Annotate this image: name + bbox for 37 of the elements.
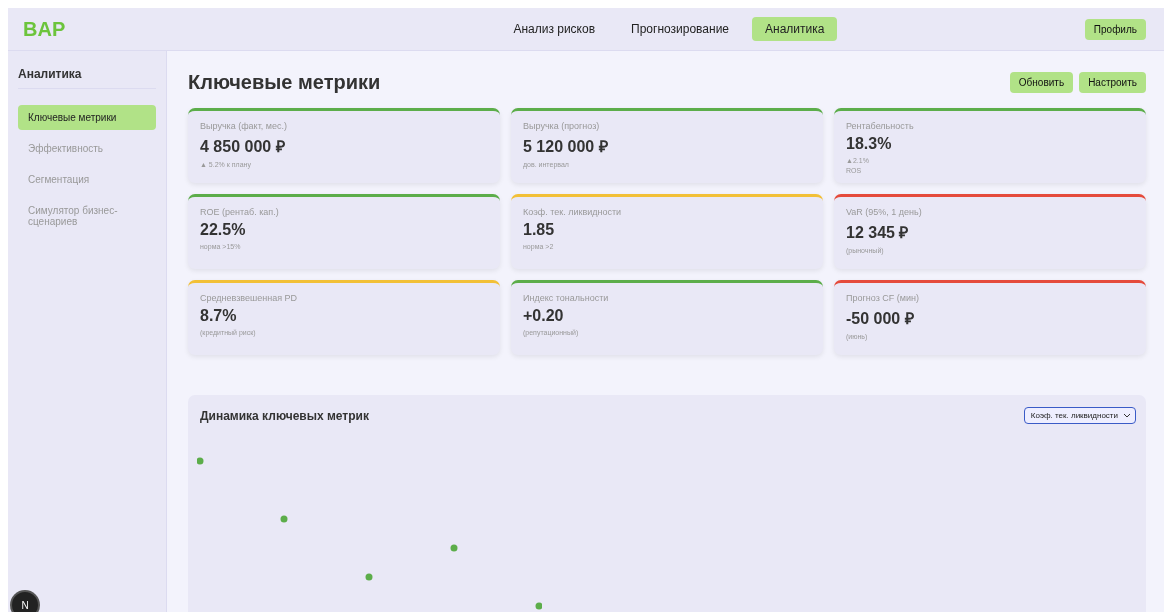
nav-tab[interactable]: Прогнозирование [618, 17, 743, 41]
sidebar-item[interactable]: Ключевые метрики [18, 105, 156, 130]
data-point [535, 602, 542, 610]
metric-label: Прогноз CF (мин) [846, 293, 920, 303]
logo: BAP [23, 17, 67, 41]
metric-value: 8.7% [200, 307, 238, 325]
metric-label: Коэф. тек. ликвидности [523, 207, 623, 217]
sidebar-title: Аналитика [18, 67, 156, 89]
metric-label: ROE (рентаб. кап.) [200, 207, 280, 217]
metric-label: Выручка (факт, мес.) [200, 121, 288, 131]
chart-title: Динамика ключевых метрик [200, 408, 369, 423]
metric-label: Средневзвешенная PD [200, 293, 299, 303]
metric-value: 18.3% [846, 135, 893, 153]
toolbar-button[interactable]: Обновить [1009, 72, 1074, 93]
profile-button[interactable]: Профиль [1084, 18, 1146, 40]
data-point [197, 457, 204, 465]
metric-value: 4 850 000 ₽ [200, 137, 286, 157]
metric-value: 22.5% [200, 221, 247, 239]
metric-value: 1.85 [523, 221, 556, 239]
dev-badge[interactable]: N [12, 592, 38, 612]
data-point [280, 515, 288, 523]
nav-tab[interactable]: Анализ рисков [500, 17, 609, 41]
metric-label: Рентабельность [846, 121, 915, 131]
metric-value: -50 000 ₽ [846, 309, 915, 329]
toolbar-button[interactable]: Настроить [1079, 72, 1146, 93]
metric-value: +0.20 [523, 307, 565, 325]
metric-label: VaR (95%, 1 день) [846, 207, 923, 217]
page-title: Ключевые метрики [188, 71, 381, 94]
data-point [365, 573, 373, 581]
metric-value: 12 345 ₽ [846, 223, 910, 243]
nav-tab[interactable]: Аналитика [752, 17, 838, 41]
metric-select[interactable]: Коэф. тек. ликвидности [1023, 407, 1136, 424]
metric-value: 5 120 000 ₽ [523, 137, 609, 157]
data-point [450, 544, 458, 552]
metric-label: Индекс тональности [523, 293, 610, 303]
chevron-icon [1123, 412, 1131, 419]
metric-label: Выручка (прогноз) [523, 121, 601, 131]
